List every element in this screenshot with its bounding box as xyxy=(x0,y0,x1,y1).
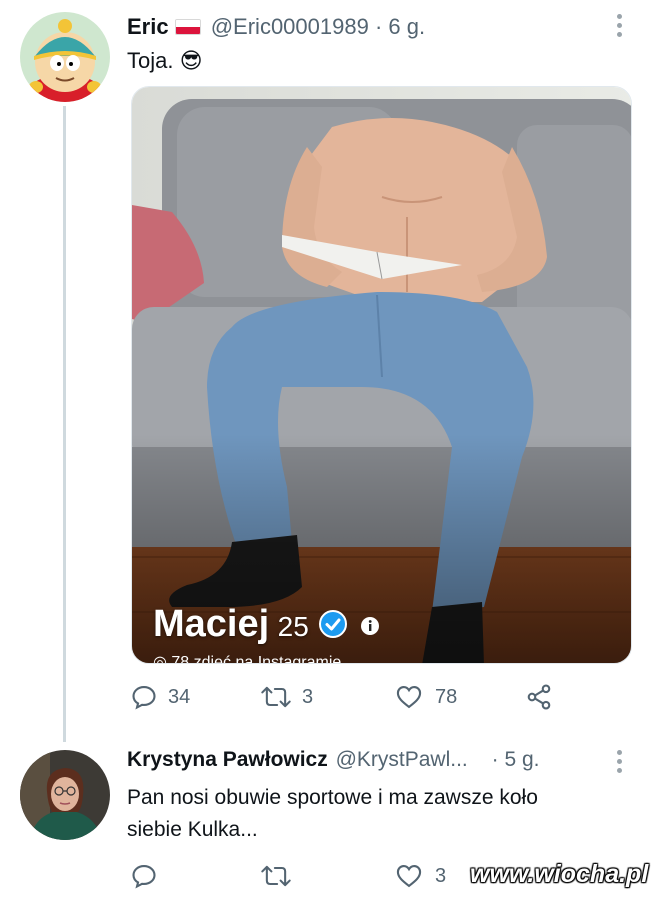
thread-line xyxy=(63,106,66,742)
author-handle[interactable]: @KrystPawl... xyxy=(336,748,468,771)
separator-dot: · xyxy=(374,14,383,39)
tweet-actions: 3 xyxy=(130,862,525,890)
tweet-text: Pan nosi obuwie sportowe i ma zawsze koł… xyxy=(127,782,538,846)
reply-count: 34 xyxy=(168,685,191,708)
reply-icon xyxy=(132,686,156,710)
retweet-icon xyxy=(261,686,291,708)
author-name[interactable]: Krystyna Pawłowicz xyxy=(127,748,328,771)
like-count: 78 xyxy=(435,685,458,708)
tweet-time[interactable]: 6 g. xyxy=(388,14,425,39)
retweet-button[interactable] xyxy=(260,862,395,890)
like-button[interactable]: 78 xyxy=(395,683,525,711)
author-handle[interactable]: @Eric00001989 xyxy=(211,14,369,39)
author-name[interactable]: Eric xyxy=(127,14,169,39)
tweet-text-line-1: Pan nosi obuwie sportowe i ma zawsze koł… xyxy=(127,786,538,809)
share-icon xyxy=(527,684,551,710)
sunglasses-emoji: 😎 xyxy=(179,48,203,73)
tweet-text-body: Toja. xyxy=(127,48,174,73)
reply-button[interactable]: 34 xyxy=(130,683,260,711)
share-button[interactable] xyxy=(525,683,553,711)
site-watermark: www.wiocha.pl xyxy=(470,860,649,888)
tweet-actions: 34 3 78 xyxy=(130,683,553,711)
verified-badge-icon xyxy=(319,610,348,643)
reply-button[interactable] xyxy=(130,862,260,890)
profile-photos-count: 78 zdjęć na Instagramie xyxy=(171,654,342,664)
heart-icon xyxy=(396,865,422,888)
camera-icon: ◎ xyxy=(153,654,172,664)
tweet-text: Toja. 😎 xyxy=(127,46,203,76)
profile-subline: ◎ 78 zdjęć na Instagramie xyxy=(153,652,342,664)
more-options-icon[interactable] xyxy=(614,14,624,44)
poland-flag-icon xyxy=(174,19,201,35)
reply-icon xyxy=(132,865,156,889)
tweet-header: Krystyna Pawłowicz @KrystPawl... · 5 g. xyxy=(127,748,540,772)
tweet-media-image[interactable]: Maciej 25 ◎ 78 zdjęć na Instagramie xyxy=(131,86,632,664)
tweet-text-line-2: siebie Kulka... xyxy=(127,818,258,841)
retweet-count: 3 xyxy=(302,685,314,708)
retweet-button[interactable]: 3 xyxy=(260,683,395,711)
profile-name: Maciej xyxy=(153,603,270,645)
woman-avatar[interactable] xyxy=(20,750,110,840)
profile-card-overlay: Maciej 25 xyxy=(153,603,380,646)
tweet-header: Eric @Eric00001989 · 6 g. xyxy=(127,14,425,40)
heart-icon xyxy=(396,686,422,709)
profile-age: 25 xyxy=(277,611,309,642)
info-icon[interactable] xyxy=(360,616,380,641)
separator-dot: · xyxy=(491,748,499,771)
tweet-eric[interactable]: Eric @Eric00001989 · 6 g. Toja. 😎 Maciej… xyxy=(0,0,654,742)
tweet-time[interactable]: 5 g. xyxy=(504,748,539,771)
cartman-avatar[interactable] xyxy=(20,12,110,102)
like-count: 3 xyxy=(435,864,447,887)
retweet-icon xyxy=(261,865,291,887)
more-options-icon[interactable] xyxy=(614,750,624,780)
